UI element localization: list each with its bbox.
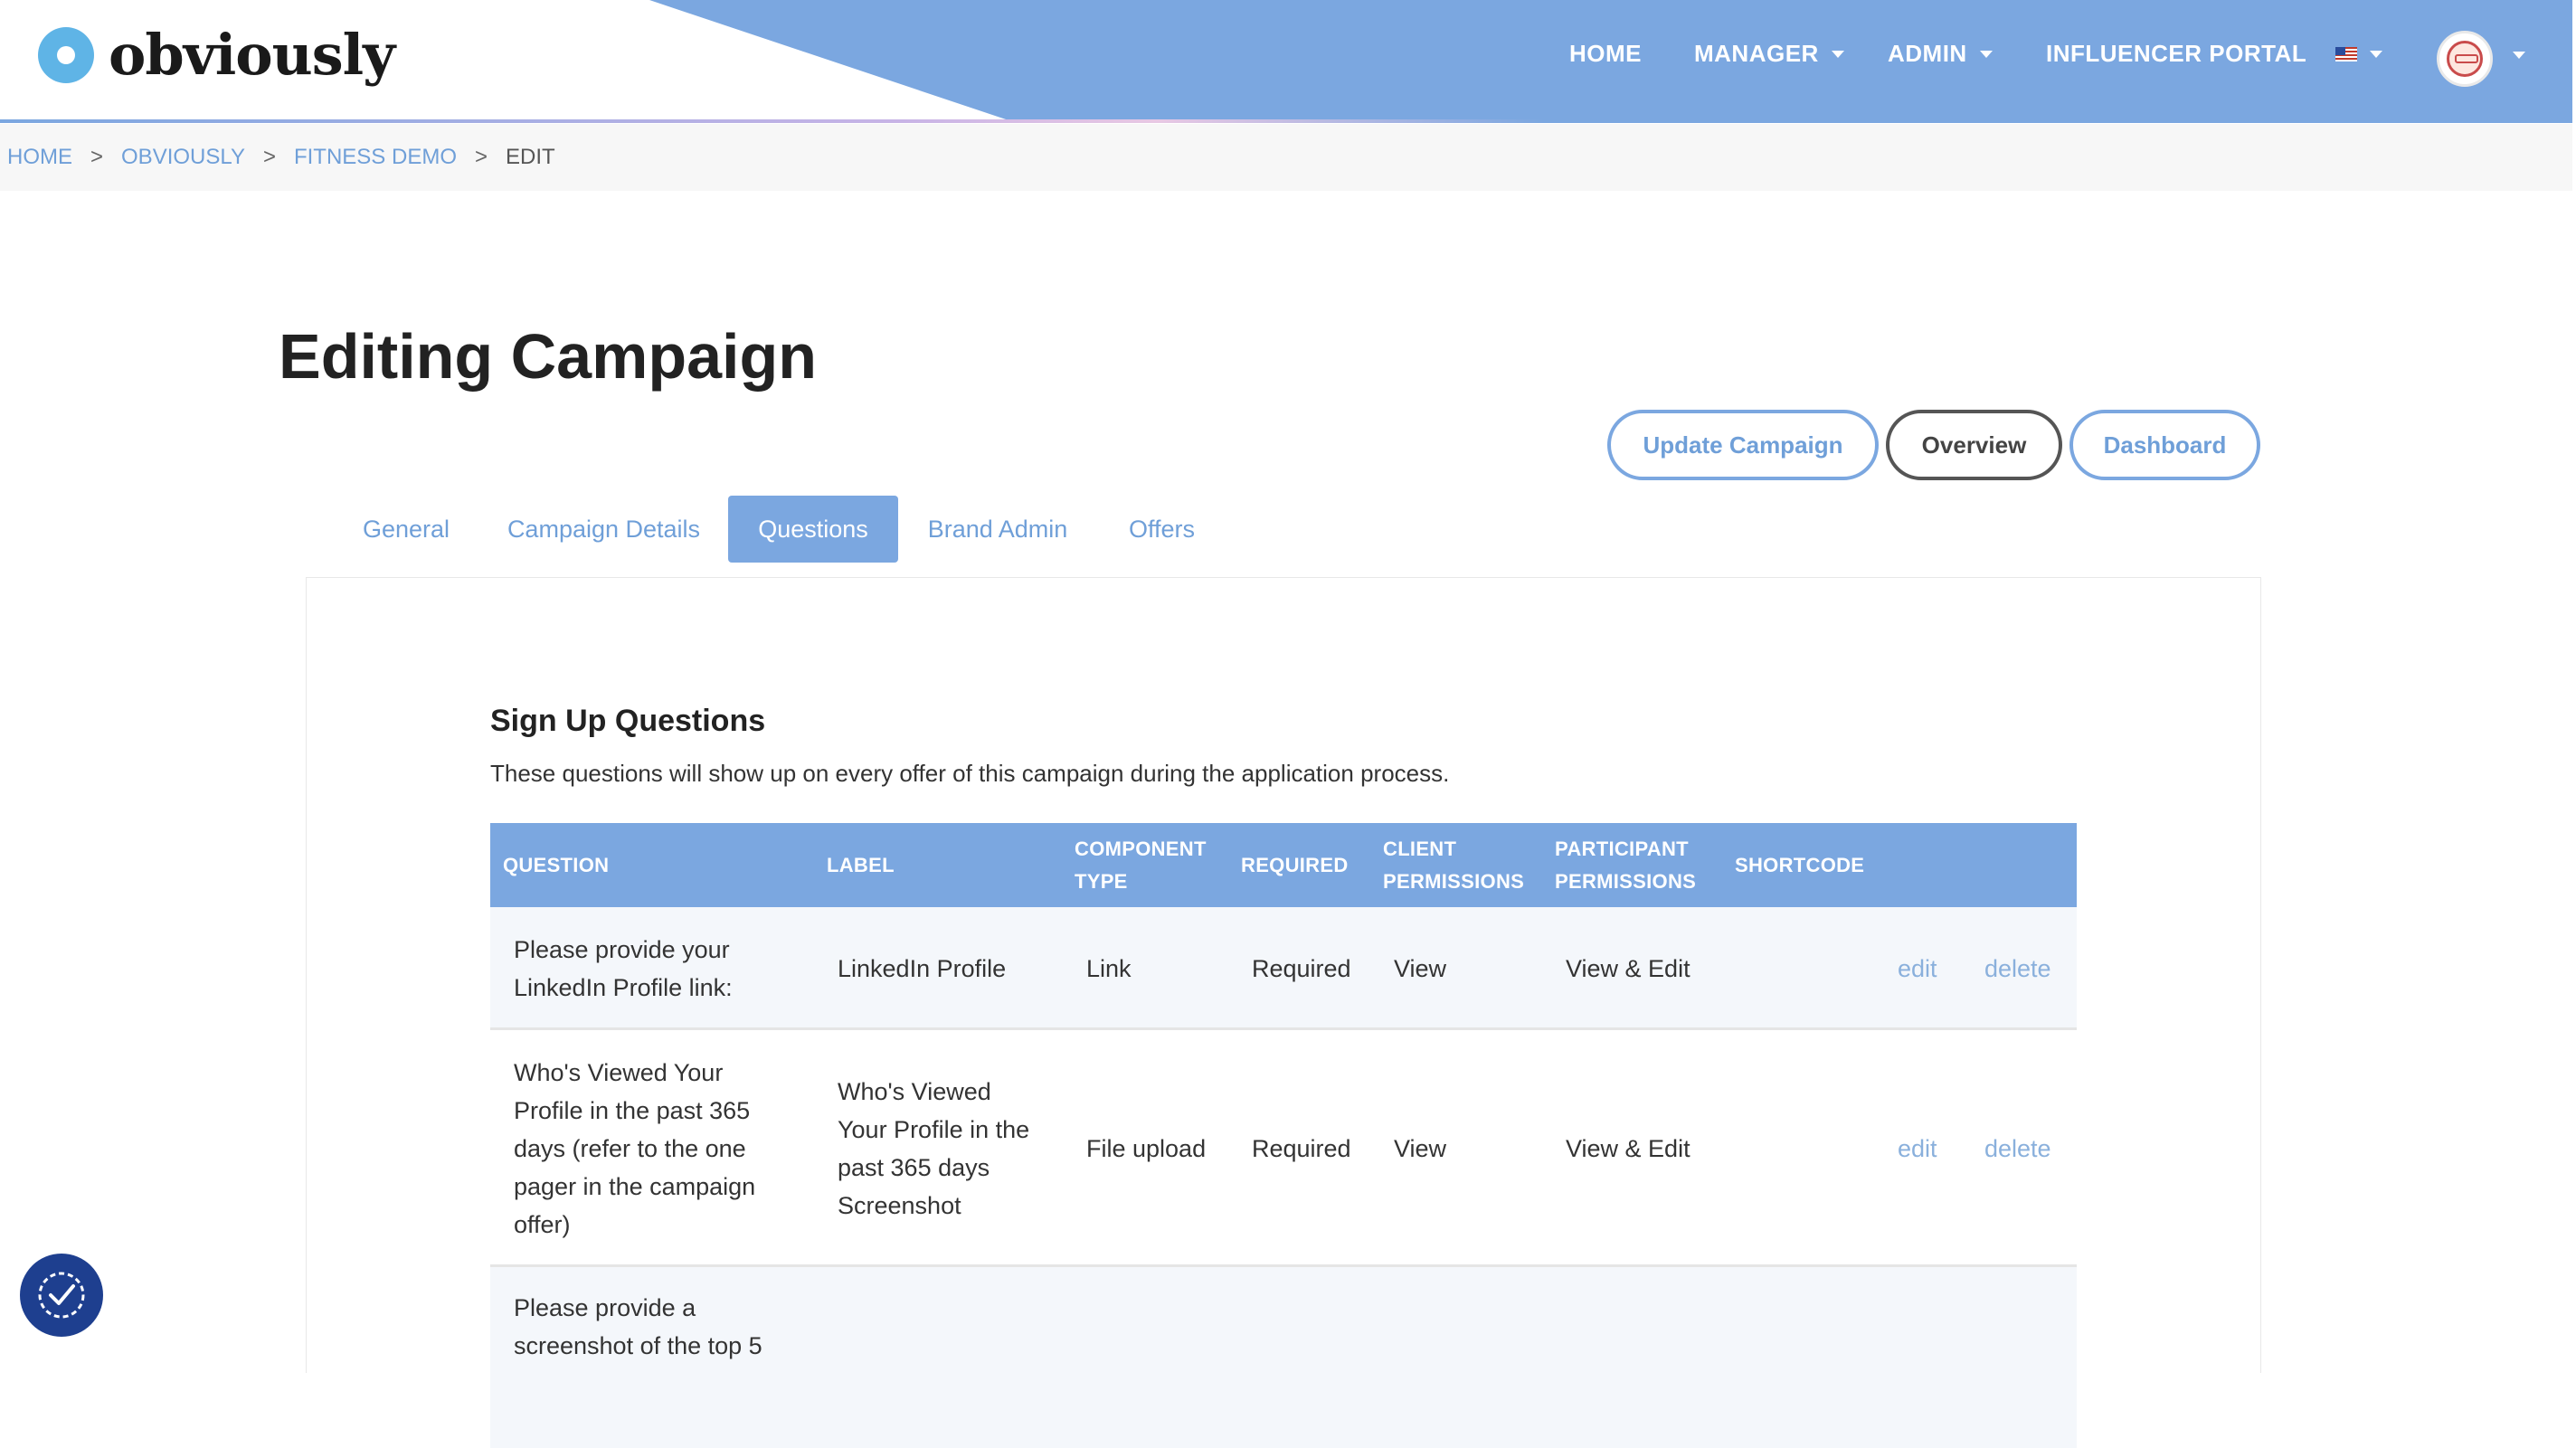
- logo-icon: [38, 27, 94, 83]
- caret-down-icon: [2370, 51, 2382, 58]
- user-avatar-icon[interactable]: [2437, 31, 2493, 87]
- breadcrumb: HOME > OBVIOUSLY > FITNESS DEMO > EDIT: [0, 124, 2572, 191]
- edit-link[interactable]: edit: [1898, 907, 1937, 1030]
- breadcrumb-separator: >: [90, 145, 104, 169]
- header-gradient-line: [0, 119, 2572, 123]
- questions-table: QUESTION LABEL COMPONENT TYPE REQUIRED C…: [490, 823, 2077, 1448]
- dashboard-button[interactable]: Dashboard: [2069, 410, 2260, 480]
- cell-question: Please provide your LinkedIn Profile lin…: [514, 936, 733, 1001]
- caret-down-icon: [1831, 50, 1844, 58]
- logo-text: obviously: [109, 22, 395, 88]
- caret-down-icon[interactable]: [2513, 52, 2525, 59]
- overview-button[interactable]: Overview: [1886, 410, 2062, 480]
- cell-participant-permissions: View & Edit: [1566, 955, 1690, 982]
- cell-label: LinkedIn Profile: [838, 955, 1007, 982]
- tab-general[interactable]: General: [335, 496, 478, 563]
- logo[interactable]: obviously: [38, 22, 395, 88]
- column-header-shortcode: SHORTCODE: [1735, 853, 1865, 876]
- column-header-question: QUESTION: [503, 853, 610, 876]
- delete-link[interactable]: delete: [1984, 1030, 2051, 1267]
- cell-client-permissions: View: [1394, 1135, 1447, 1162]
- column-header-required: REQUIRED: [1241, 853, 1349, 876]
- table-row: Please provide your LinkedIn Profile lin…: [490, 907, 2077, 1030]
- breadcrumb-current: EDIT: [506, 145, 555, 169]
- us-flag-icon: [2335, 47, 2357, 62]
- nav-manager-dropdown[interactable]: MANAGER: [1694, 40, 1844, 68]
- cell-question: Who's Viewed Your Profile in the past 36…: [514, 1059, 756, 1238]
- cell-component-type: File upload: [1086, 1135, 1207, 1162]
- breadcrumb-obviously[interactable]: OBVIOUSLY: [121, 145, 245, 170]
- nav-admin-dropdown[interactable]: ADMIN: [1888, 40, 1993, 68]
- language-dropdown[interactable]: [2335, 47, 2382, 62]
- nav-home[interactable]: HOME: [1569, 40, 1642, 68]
- accessibility-check-icon[interactable]: [20, 1254, 103, 1337]
- breadcrumb-fitness-demo[interactable]: FITNESS DEMO: [294, 145, 457, 170]
- tab-questions[interactable]: Questions: [728, 496, 898, 563]
- column-header-component-type: COMPONENT TYPE: [1075, 837, 1207, 893]
- breadcrumb-separator: >: [262, 145, 276, 169]
- update-campaign-button[interactable]: Update Campaign: [1607, 410, 1879, 480]
- table-row: Who's Viewed Your Profile in the past 36…: [490, 1030, 2077, 1267]
- caret-down-icon: [1979, 50, 1993, 58]
- page-title: Editing Campaign: [279, 321, 817, 392]
- tab-campaign-details[interactable]: Campaign Details: [488, 496, 719, 563]
- cell-required: Required: [1252, 955, 1351, 982]
- cell-participant-permissions: View & Edit: [1566, 1135, 1690, 1162]
- column-header-client-permissions: CLIENT PERMISSIONS: [1383, 837, 1525, 893]
- nav-influencer-portal[interactable]: INFLUENCER PORTAL: [2046, 40, 2306, 68]
- section-description: These questions will show up on every of…: [490, 760, 1450, 787]
- nav-manager-label: MANAGER: [1694, 40, 1819, 67]
- delete-link[interactable]: delete: [1984, 907, 2051, 1030]
- section-title: Sign Up Questions: [490, 704, 766, 738]
- breadcrumb-home[interactable]: HOME: [7, 145, 72, 170]
- cell-required: Required: [1252, 1135, 1351, 1162]
- table-row: Please provide a screenshot of the top 5: [490, 1267, 2077, 1448]
- cell-question: Please provide a screenshot of the top 5: [514, 1294, 762, 1359]
- cell-label: Who's Viewed Your Profile in the past 36…: [838, 1078, 1030, 1219]
- nav-home-label: HOME: [1569, 40, 1642, 67]
- top-navbar: obviously HOME MANAGER ADMIN INFLUENCER …: [0, 0, 2572, 123]
- cell-client-permissions: View: [1394, 955, 1447, 982]
- nav-influencer-portal-label: INFLUENCER PORTAL: [2046, 40, 2307, 67]
- tab-brand-admin[interactable]: Brand Admin: [907, 496, 1088, 563]
- column-header-participant-permissions: PARTICIPANT PERMISSIONS: [1555, 837, 1697, 893]
- breadcrumb-separator: >: [474, 145, 488, 169]
- cell-component-type: Link: [1086, 955, 1132, 982]
- tab-offers[interactable]: Offers: [1105, 496, 1218, 563]
- nav-admin-label: ADMIN: [1888, 40, 1967, 67]
- edit-link[interactable]: edit: [1898, 1030, 1937, 1267]
- column-header-label: LABEL: [827, 853, 895, 876]
- table-header: QUESTION LABEL COMPONENT TYPE REQUIRED C…: [490, 823, 2077, 907]
